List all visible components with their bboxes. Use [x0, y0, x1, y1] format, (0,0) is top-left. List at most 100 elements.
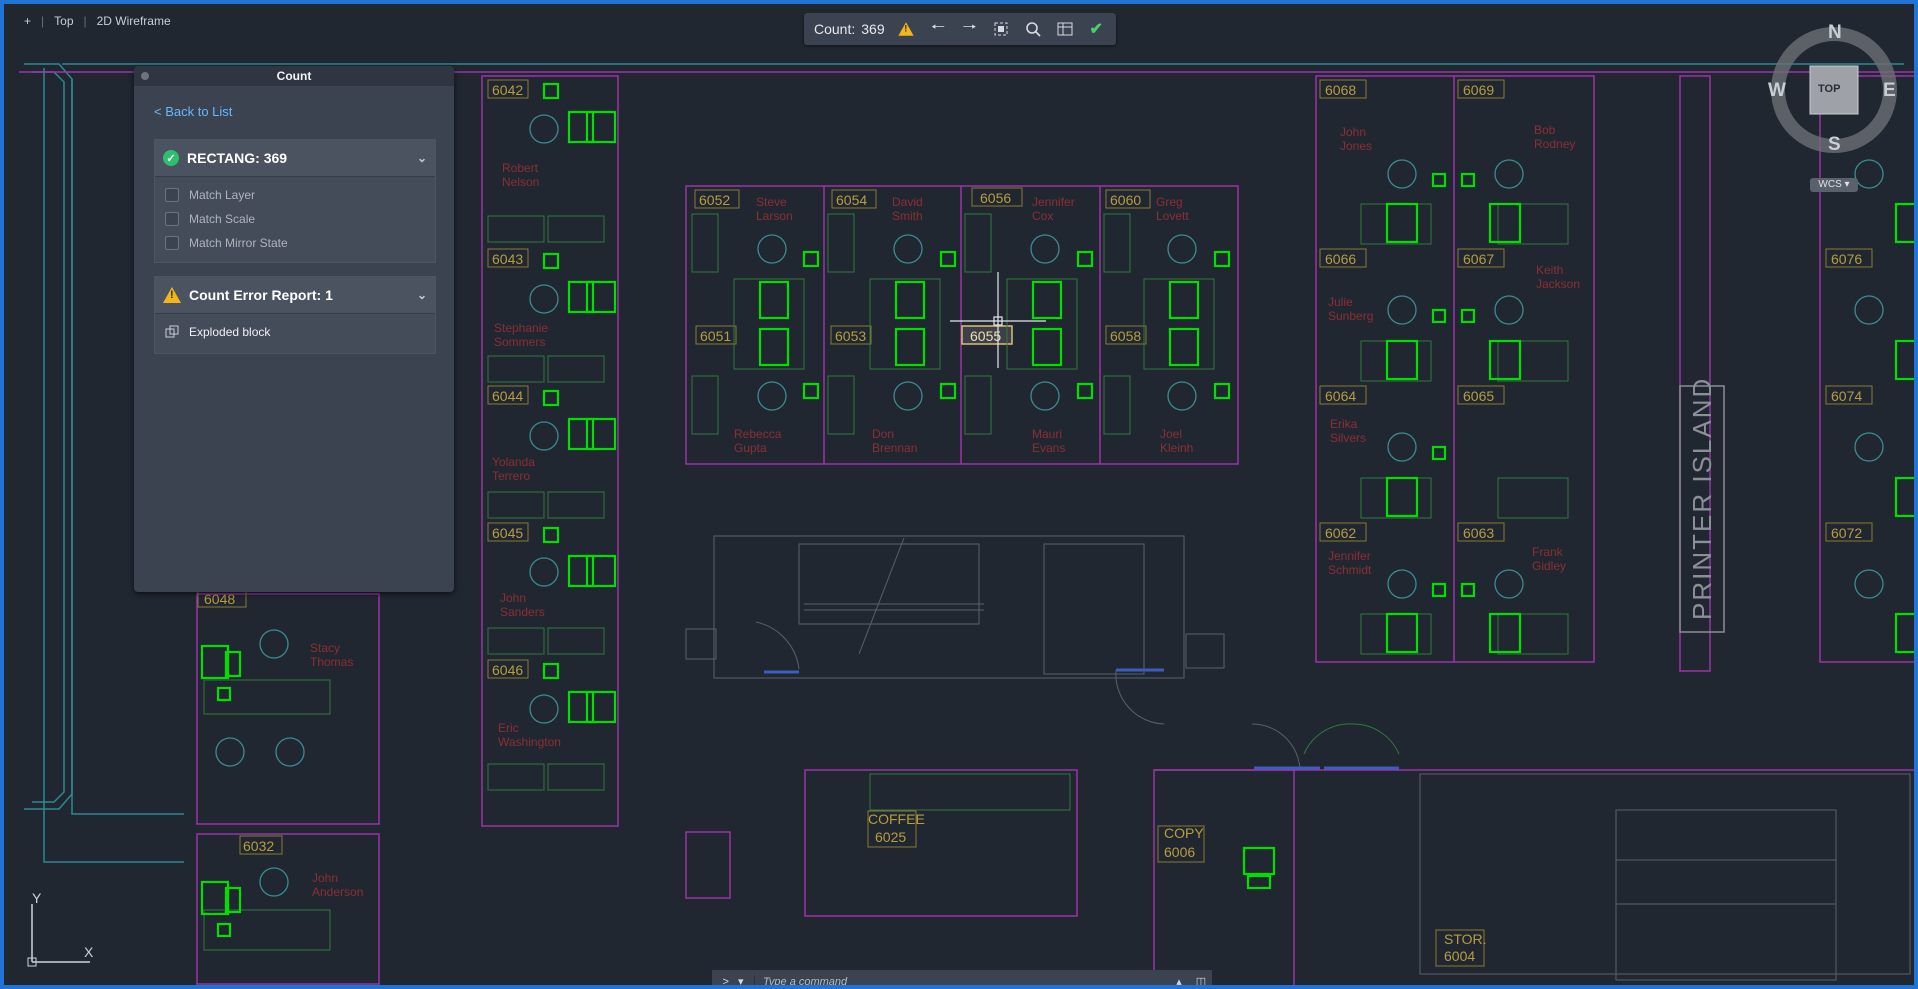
command-history-button[interactable]: >_ ▾ — [712, 975, 755, 988]
room-tag: 6032 — [243, 838, 274, 854]
svg-text:RebeccaGupta: Rebecca Gupta — [734, 427, 782, 455]
room-tag: 6048 — [204, 591, 235, 607]
error-report-title: Count Error Report: 1 — [189, 287, 333, 303]
room-label-stor: STOR. — [1444, 931, 1487, 947]
svg-text:DonBrennan: Don Brennan — [872, 427, 917, 455]
zoom-extents-icon[interactable] — [991, 18, 1011, 40]
viewcube[interactable]: N S E W TOP — [1768, 22, 1908, 182]
svg-text:StacyThomas: Stacy Thomas — [310, 641, 353, 669]
close-icon[interactable] — [141, 72, 149, 80]
table-icon[interactable] — [1055, 18, 1075, 40]
room-tag: 6060 — [1110, 192, 1141, 208]
match-scale-option[interactable]: Match Scale — [155, 207, 435, 231]
svg-text:JoelKleinh: Joel Kleinh — [1160, 427, 1193, 455]
compass-north[interactable]: N — [1828, 22, 1842, 44]
next-arrow-icon[interactable]: 🠒 — [960, 18, 980, 40]
checkmark-icon[interactable]: ✔ — [1086, 18, 1106, 40]
svg-text:JohnJones: John Jones — [1340, 125, 1372, 153]
chevron-up-icon[interactable]: ▴ — [1168, 975, 1190, 985]
room-tag: 6068 — [1325, 82, 1356, 98]
room-tag: 6063 — [1463, 525, 1494, 541]
wcs-label: WCS — [1818, 179, 1842, 190]
room-tag: 6056 — [980, 190, 1011, 206]
room-label-coffee: COFFEE — [868, 811, 925, 827]
palette-title: Count — [276, 69, 312, 83]
option-label: Match Layer — [189, 188, 256, 202]
svg-text:KeithJackson: Keith Jackson — [1536, 263, 1580, 291]
count-palette: Count < Back to List ✓ RECTANG: 369 ⌄ Ma… — [134, 66, 454, 592]
svg-text:JohnAnderson: John Anderson — [312, 871, 363, 899]
check-circle-icon: ✓ — [163, 150, 179, 166]
exploded-block-icon — [165, 325, 179, 338]
visual-style-button[interactable]: 2D Wireframe — [95, 14, 173, 28]
svg-text:BobRodney: Bob Rodney — [1534, 123, 1575, 151]
match-scale-checkbox[interactable] — [165, 212, 179, 226]
room-tag: 6006 — [1164, 844, 1195, 860]
view-name-button[interactable]: Top — [52, 14, 75, 28]
command-line: >_ ▾ Type a command ▴ ◫ — [712, 970, 1212, 988]
svg-text:SteveLarson: Steve Larson — [756, 195, 793, 223]
counted-blocks — [200, 82, 1914, 938]
viewport-controls: + | Top | 2D Wireframe — [22, 14, 173, 28]
printer-island-label: PRINTER ISLAND — [1687, 377, 1717, 620]
room-tag: 6062 — [1325, 525, 1356, 541]
option-label: Match Mirror State — [189, 236, 288, 250]
coordinate-system-dropdown[interactable]: WCS ▾ — [1810, 178, 1858, 192]
room-tag: 6065 — [1463, 388, 1494, 404]
ucs-y-label: Y — [32, 890, 42, 906]
viewcube-top-face[interactable]: TOP — [1818, 83, 1840, 95]
svg-text:GregLovett: Greg Lovett — [1156, 195, 1189, 223]
prev-arrow-icon[interactable]: 🠐 — [928, 18, 948, 40]
drawing-canvas[interactable]: 6042 6043 6044 6045 6046 6048 6032 6052 … — [0, 0, 1918, 989]
viewport-plus-button[interactable]: + — [22, 14, 33, 28]
chevron-down-icon[interactable]: ⌄ — [417, 288, 427, 302]
command-input[interactable]: Type a command — [755, 976, 1168, 986]
room-tag: 6051 — [700, 328, 731, 344]
error-report-header[interactable]: Count Error Report: 1 ⌄ — [155, 277, 435, 314]
block-count-title: RECTANG: 369 — [187, 150, 288, 166]
ucs-x-label: X — [84, 944, 94, 960]
room-tag: 6053 — [835, 328, 866, 344]
count-value: 369 — [861, 21, 885, 37]
prompt-icon: >_ — [722, 976, 735, 988]
match-mirror-checkbox[interactable] — [165, 236, 179, 250]
room-tag: 6045 — [492, 525, 523, 541]
room-tag: 6054 — [836, 192, 867, 208]
chevron-down-icon[interactable]: ⌄ — [417, 151, 427, 165]
count-label: Count: — [814, 21, 856, 37]
svg-text:YolandaTerrero: Yolanda Terrero — [492, 455, 535, 483]
people-names: Robert Nelson Stephanie Sommers Yolanda Ter… — [310, 123, 1580, 899]
match-mirror-option[interactable]: Match Mirror State — [155, 231, 435, 255]
warning-icon[interactable] — [897, 18, 917, 40]
block-count-header[interactable]: ✓ RECTANG: 369 ⌄ — [155, 140, 435, 177]
room-tag: 6042 — [492, 82, 523, 98]
compass-south[interactable]: S — [1828, 134, 1841, 156]
room-tag: 6066 — [1325, 251, 1356, 267]
room-tag: 6004 — [1444, 948, 1475, 964]
room-tag: 6076 — [1831, 251, 1862, 267]
ucs-icon: Y X — [26, 890, 106, 975]
room-tag: 6064 — [1325, 388, 1356, 404]
error-item-label: Exploded block — [189, 325, 271, 339]
svg-text:RobertNelson: Robert Nelson — [502, 161, 539, 189]
door-accents — [764, 668, 1399, 770]
command-options-icon[interactable]: ◫ — [1190, 975, 1212, 985]
block-count-section: ✓ RECTANG: 369 ⌄ Match Layer Match Scale… — [154, 139, 436, 263]
svg-text:ErikaSilvers: Erika Silvers — [1330, 417, 1366, 445]
palette-title-bar[interactable]: Count — [134, 66, 454, 86]
compass-east[interactable]: E — [1883, 80, 1896, 102]
match-layer-checkbox[interactable] — [165, 188, 179, 202]
find-icon[interactable] — [1023, 18, 1043, 40]
svg-text:DavidSmith: David Smith — [892, 195, 923, 223]
back-to-list-link[interactable]: < Back to List — [154, 104, 232, 119]
svg-text:JenniferSchmidt: Jennifer Schmidt — [1328, 549, 1372, 577]
match-layer-option[interactable]: Match Layer — [155, 183, 435, 207]
compass-west[interactable]: W — [1768, 80, 1786, 102]
room-tag: 6072 — [1831, 525, 1862, 541]
room-tag: 6058 — [1110, 328, 1141, 344]
room-tag: 6044 — [492, 388, 523, 404]
error-item[interactable]: Exploded block — [155, 314, 435, 350]
svg-text:StephanieSommers: Stephanie Sommers — [494, 321, 548, 349]
stairs — [685, 535, 1911, 981]
room-tag: 6046 — [492, 662, 523, 678]
